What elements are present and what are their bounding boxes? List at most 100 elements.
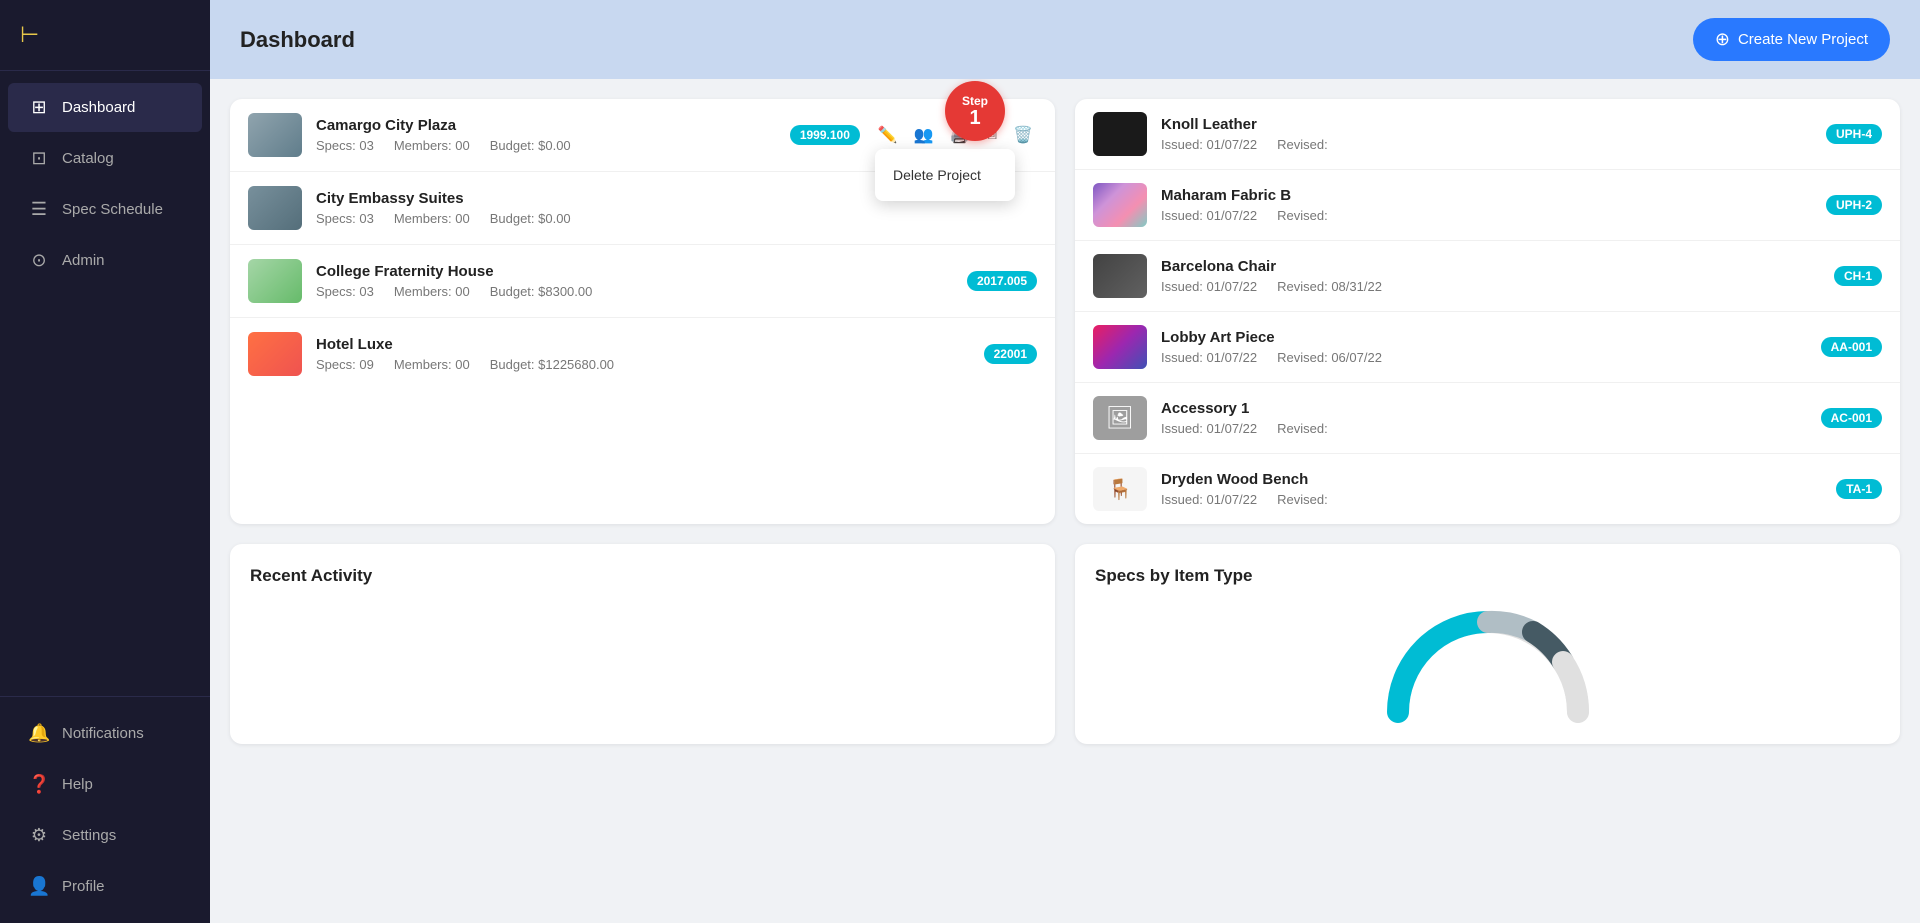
project-info: College Fraternity House Specs: 03 Membe… <box>316 263 953 299</box>
step-badge: Step 1 <box>945 81 1005 141</box>
spec-info: Knoll Leather Issued: 01/07/22 Revised: <box>1161 116 1812 152</box>
members-icon[interactable]: 👥 <box>910 121 938 149</box>
sidebar-item-label: Spec Schedule <box>62 201 163 218</box>
sidebar-item-label: Notifications <box>62 725 144 742</box>
content-area: Step 1 Camargo City Plaza Specs: 03 Memb… <box>210 79 1920 923</box>
settings-icon: ⚙ <box>28 825 50 846</box>
main-content: Dashboard ⊕ Create New Project Step 1 Ca… <box>210 0 1920 923</box>
spec-tag: AC-001 <box>1821 408 1882 428</box>
admin-icon: ⊙ <box>28 250 50 271</box>
sidebar-bottom: 🔔 Notifications ❓ Help ⚙ Settings 👤 Prof… <box>0 696 210 923</box>
project-tag: 1999.100 <box>790 125 860 145</box>
delete-icon[interactable]: 🗑️ <box>1009 121 1037 149</box>
sidebar-item-label: Catalog <box>62 150 114 167</box>
sidebar-item-profile[interactable]: 👤 Profile <box>8 862 202 911</box>
project-name: Camargo City Plaza <box>316 117 776 134</box>
spec-issued: Issued: 01/07/22 <box>1161 492 1257 507</box>
sidebar-item-label: Settings <box>62 827 116 844</box>
spec-meta: Issued: 01/07/22 Revised: <box>1161 137 1812 152</box>
sidebar-item-notifications[interactable]: 🔔 Notifications <box>8 709 202 758</box>
project-budget: Budget: $0.00 <box>490 138 571 153</box>
sidebar-item-help[interactable]: ❓ Help <box>8 760 202 809</box>
spec-name: Lobby Art Piece <box>1161 329 1807 346</box>
spec-meta: Issued: 01/07/22 Revised: <box>1161 492 1822 507</box>
project-budget: Budget: $8300.00 <box>490 284 593 299</box>
project-specs: Specs: 03 <box>316 138 374 153</box>
spec-image <box>1093 325 1147 369</box>
spec-row: Lobby Art Piece Issued: 01/07/22 Revised… <box>1075 312 1900 383</box>
spec-issued: Issued: 01/07/22 <box>1161 208 1257 223</box>
profile-icon: 👤 <box>28 876 50 897</box>
spec-revised: Revised: <box>1277 208 1328 223</box>
spec-image <box>1093 254 1147 298</box>
spec-issued: Issued: 01/07/22 <box>1161 279 1257 294</box>
spec-tag: UPH-4 <box>1826 124 1882 144</box>
spec-tag: AA-001 <box>1821 337 1882 357</box>
spec-image <box>1093 183 1147 227</box>
delete-project-menu-item[interactable]: Delete Project <box>875 157 1015 193</box>
notifications-icon: 🔔 <box>28 723 50 744</box>
delete-dropdown: Delete Project <box>875 149 1015 201</box>
project-image <box>248 332 302 376</box>
project-members: Members: 00 <box>394 284 470 299</box>
sidebar-item-dashboard[interactable]: ⊞ Dashboard <box>8 83 202 132</box>
create-btn-label: Create New Project <box>1738 31 1868 48</box>
spec-name: Accessory 1 <box>1161 400 1807 417</box>
spec-issued: Issued: 01/07/22 <box>1161 137 1257 152</box>
project-meta: Specs: 03 Members: 00 Budget: $8300.00 <box>316 284 953 299</box>
project-info: Camargo City Plaza Specs: 03 Members: 00… <box>316 117 776 153</box>
spec-info: Accessory 1 Issued: 01/07/22 Revised: <box>1161 400 1807 436</box>
spec-revised: Revised: 06/07/22 <box>1277 350 1382 365</box>
spec-meta: Issued: 01/07/22 Revised: <box>1161 208 1812 223</box>
spec-row: Maharam Fabric B Issued: 01/07/22 Revise… <box>1075 170 1900 241</box>
spec-meta: Issued: 01/07/22 Revised: 08/31/22 <box>1161 279 1820 294</box>
project-row: Hotel Luxe Specs: 09 Members: 00 Budget:… <box>230 318 1055 390</box>
recent-activity-card: Recent Activity <box>230 544 1055 744</box>
project-meta: Specs: 09 Members: 00 Budget: $1225680.0… <box>316 357 970 372</box>
sidebar-item-label: Admin <box>62 252 105 269</box>
page-title: Dashboard <box>240 27 355 53</box>
project-members: Members: 00 <box>394 138 470 153</box>
spec-tag: UPH-2 <box>1826 195 1882 215</box>
spec-row: Knoll Leather Issued: 01/07/22 Revised: … <box>1075 99 1900 170</box>
project-tag: 2017.005 <box>967 271 1037 291</box>
spec-name: Knoll Leather <box>1161 116 1812 133</box>
spec-issued: Issued: 01/07/22 <box>1161 350 1257 365</box>
project-image <box>248 113 302 157</box>
edit-icon[interactable]: ✏️ <box>874 121 902 149</box>
sidebar: ⊢ ⊞ Dashboard ⊡ Catalog ☰ Spec Schedule … <box>0 0 210 923</box>
project-image <box>248 259 302 303</box>
spec-info: Dryden Wood Bench Issued: 01/07/22 Revis… <box>1161 471 1822 507</box>
project-meta: Specs: 03 Members: 00 Budget: $0.00 <box>316 211 1037 226</box>
spec-name: Dryden Wood Bench <box>1161 471 1822 488</box>
create-new-project-button[interactable]: ⊕ Create New Project <box>1693 18 1890 61</box>
project-specs: Specs: 09 <box>316 357 374 372</box>
spec-row: 🖼 Accessory 1 Issued: 01/07/22 Revised: … <box>1075 383 1900 454</box>
project-meta: Specs: 03 Members: 00 Budget: $0.00 <box>316 138 776 153</box>
logo: ⊢ <box>0 0 210 71</box>
specs-chart-title: Specs by Item Type <box>1095 566 1880 586</box>
spec-schedule-icon: ☰ <box>28 199 50 220</box>
project-name: Hotel Luxe <box>316 336 970 353</box>
spec-image <box>1093 112 1147 156</box>
sidebar-item-catalog[interactable]: ⊡ Catalog <box>8 134 202 183</box>
spec-meta: Issued: 01/07/22 Revised: <box>1161 421 1807 436</box>
sidebar-item-spec-schedule[interactable]: ☰ Spec Schedule <box>8 185 202 234</box>
spec-info: Barcelona Chair Issued: 01/07/22 Revised… <box>1161 258 1820 294</box>
project-members: Members: 00 <box>394 357 470 372</box>
sidebar-item-label: Help <box>62 776 93 793</box>
spec-revised: Revised: 08/31/22 <box>1277 279 1382 294</box>
spec-tag: CH-1 <box>1834 266 1882 286</box>
sidebar-item-admin[interactable]: ⊙ Admin <box>8 236 202 285</box>
spec-image: 🖼 <box>1093 396 1147 440</box>
spec-revised: Revised: <box>1277 492 1328 507</box>
project-tag: 22001 <box>984 344 1037 364</box>
specs-card: Knoll Leather Issued: 01/07/22 Revised: … <box>1075 99 1900 524</box>
project-specs: Specs: 03 <box>316 211 374 226</box>
projects-card: Step 1 Camargo City Plaza Specs: 03 Memb… <box>230 99 1055 524</box>
sidebar-item-settings[interactable]: ⚙ Settings <box>8 811 202 860</box>
plus-circle-icon: ⊕ <box>1715 29 1730 50</box>
gauge-chart <box>1378 602 1598 722</box>
spec-revised: Revised: <box>1277 421 1328 436</box>
spec-image: 🪑 <box>1093 467 1147 511</box>
